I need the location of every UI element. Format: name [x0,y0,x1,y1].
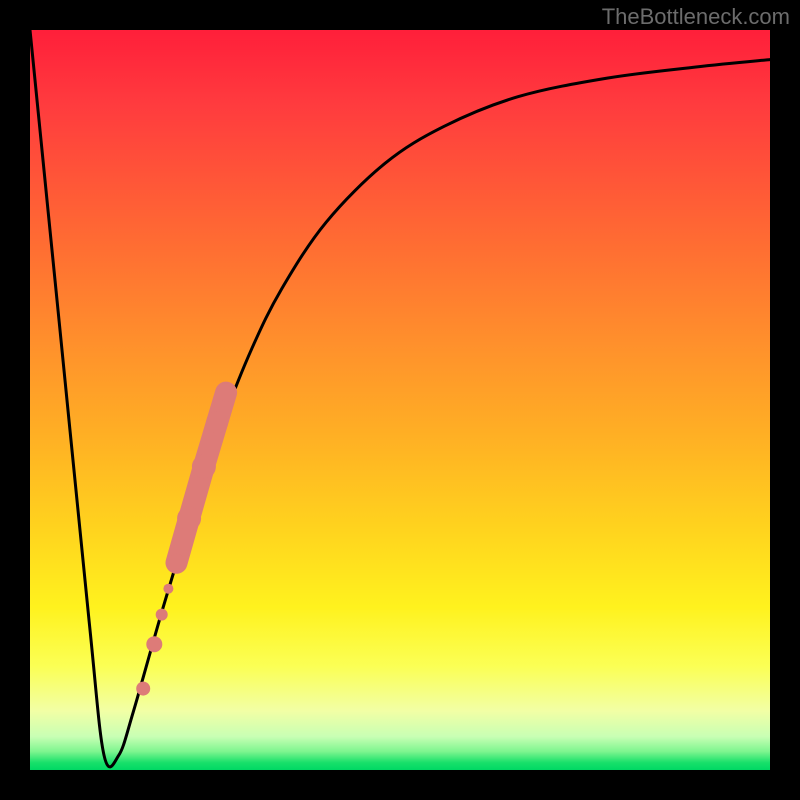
plot-area [30,30,770,770]
marker-dot [217,384,235,402]
marker-dot [163,584,173,594]
watermark-text: TheBottleneck.com [602,4,790,30]
marker-dot [156,609,168,621]
chart-svg [30,30,770,770]
marker-dot [206,411,228,433]
marker-dot [192,455,216,479]
highlighted-points [136,384,235,696]
marker-dot [168,554,186,572]
marker-dot [136,682,150,696]
marker-dot [177,506,201,530]
bottleneck-curve [30,30,770,767]
chart-frame: TheBottleneck.com [0,0,800,800]
marker-dot [146,636,162,652]
